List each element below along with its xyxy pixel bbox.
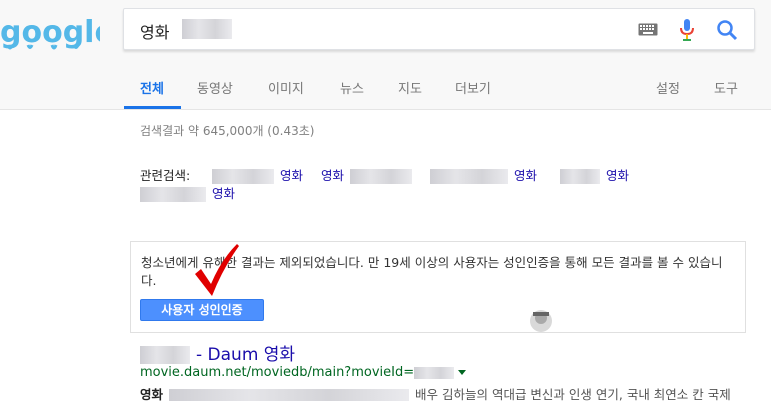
- tab-more[interactable]: 더보기: [455, 78, 491, 97]
- tools-link[interactable]: 도구: [714, 78, 738, 97]
- related-link[interactable]: 영화: [430, 165, 537, 184]
- related-link[interactable]: 영화: [212, 165, 303, 184]
- tab-video[interactable]: 동영상: [197, 78, 233, 97]
- settings-link[interactable]: 설정: [656, 78, 680, 97]
- result-url[interactable]: movie.daum.net/moviedb/main?movieId=: [140, 365, 467, 380]
- search-icon[interactable]: [716, 19, 738, 41]
- related-link[interactable]: 영화: [321, 165, 418, 184]
- related-label: 관련검색:: [140, 168, 191, 183]
- result-title[interactable]: - Daum 영화: [140, 340, 295, 365]
- search-tabs: 전체 동영상 이미지 뉴스 지도 더보기 설정 도구: [0, 72, 771, 110]
- result-snippet: 영화 배우 김하늘의 역대급 변신과 인생 연기, 국내 최연소 칸 국제: [140, 387, 731, 401]
- header: google 영화 전체 동영상 이미지 뉴스 지도 더: [0, 0, 771, 110]
- tab-all[interactable]: 전체: [140, 78, 164, 97]
- tab-images[interactable]: 이미지: [268, 78, 304, 97]
- active-tab-indicator: [124, 106, 181, 109]
- safe-search-notice: 청소년에게 유해한 결과는 제외되었습니다. 만 19세 이상의 사용자는 성인…: [130, 241, 746, 333]
- checkmark-icon: [195, 244, 239, 296]
- google-logo[interactable]: google: [0, 12, 100, 52]
- redacted-query: [182, 19, 232, 39]
- svg-text:google: google: [0, 15, 100, 50]
- tab-news[interactable]: 뉴스: [340, 78, 364, 97]
- tab-maps[interactable]: 지도: [398, 78, 422, 97]
- avatar: [530, 310, 552, 332]
- result-stats: 검색결과 약 645,000개 (0.43초): [140, 124, 315, 138]
- chevron-down-icon[interactable]: [458, 370, 467, 375]
- keyboard-icon[interactable]: [638, 23, 658, 36]
- mic-icon[interactable]: [680, 19, 694, 41]
- search-box[interactable]: 영화: [123, 8, 755, 50]
- related-link[interactable]: 영화: [140, 183, 235, 202]
- search-input[interactable]: 영화: [140, 19, 169, 43]
- adult-verify-button[interactable]: 사용자 성인인증: [140, 299, 264, 321]
- related-link[interactable]: 영화: [560, 165, 629, 184]
